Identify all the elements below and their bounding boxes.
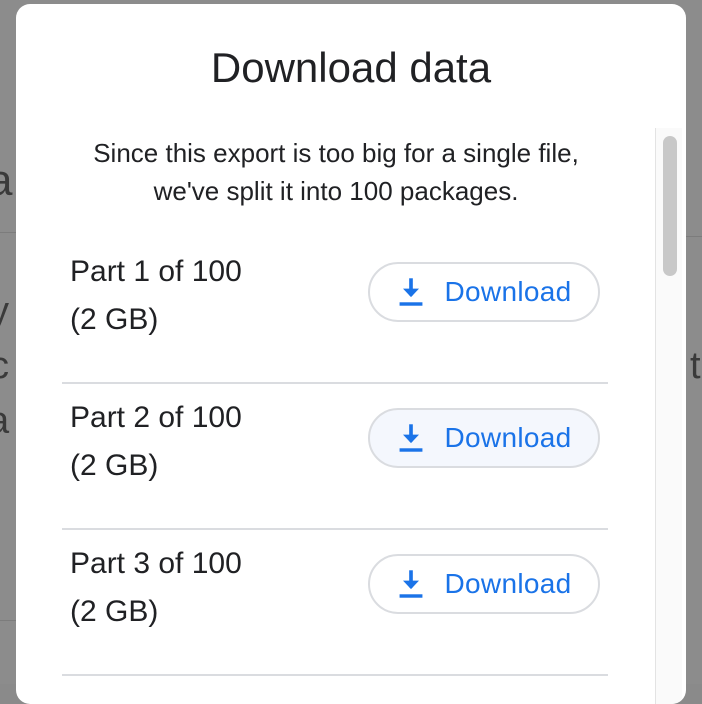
background-divider bbox=[0, 620, 16, 621]
package-title: Part 1 of 100 bbox=[70, 255, 242, 288]
background-text-fragment: c bbox=[0, 345, 9, 388]
download-button[interactable]: Download bbox=[368, 262, 600, 322]
package-title: Part 2 of 100 bbox=[70, 401, 242, 434]
dialog-scroll-area[interactable]: Since this export is too big for a singl… bbox=[16, 128, 686, 704]
package-size: (2 GB) bbox=[70, 303, 159, 336]
package-row: Part 1 of 100 (2 GB) Download bbox=[62, 238, 608, 384]
download-icon bbox=[399, 570, 422, 598]
package-row: Part 2 of 100 (2 GB) Download bbox=[62, 384, 608, 530]
scrollbar-track[interactable] bbox=[655, 128, 682, 704]
background-text-fragment: a bbox=[0, 400, 9, 443]
background-text-fragment: a bbox=[0, 156, 13, 205]
dialog-intro: Since this export is too big for a singl… bbox=[46, 134, 626, 210]
package-row: Part 3 of 100 (2 GB) Download bbox=[62, 530, 608, 676]
dialog-title: Download data bbox=[210, 44, 492, 91]
package-size: (2 GB) bbox=[70, 449, 159, 482]
package-title: Part 3 of 100 bbox=[70, 547, 242, 580]
background-text-fragment: y bbox=[0, 290, 9, 333]
intro-line: Since this export is too big for a singl… bbox=[93, 138, 579, 168]
background-text-fragment: t bbox=[690, 345, 701, 387]
background-divider bbox=[686, 236, 702, 237]
download-button-label: Download bbox=[444, 568, 572, 599]
scrollbar-thumb[interactable] bbox=[663, 136, 677, 276]
download-button[interactable]: Download bbox=[368, 408, 600, 468]
download-icon bbox=[399, 278, 422, 306]
download-button[interactable]: Download bbox=[368, 554, 600, 614]
download-data-dialog: Download data Since this export is too b… bbox=[16, 4, 686, 704]
download-button-label: Download bbox=[444, 422, 572, 453]
row-divider bbox=[62, 674, 608, 676]
download-button-label: Download bbox=[444, 276, 572, 307]
intro-line: we've split it into 100 packages. bbox=[153, 176, 519, 206]
download-icon bbox=[399, 424, 422, 452]
package-size: (2 GB) bbox=[70, 595, 159, 628]
background-divider bbox=[0, 232, 16, 233]
